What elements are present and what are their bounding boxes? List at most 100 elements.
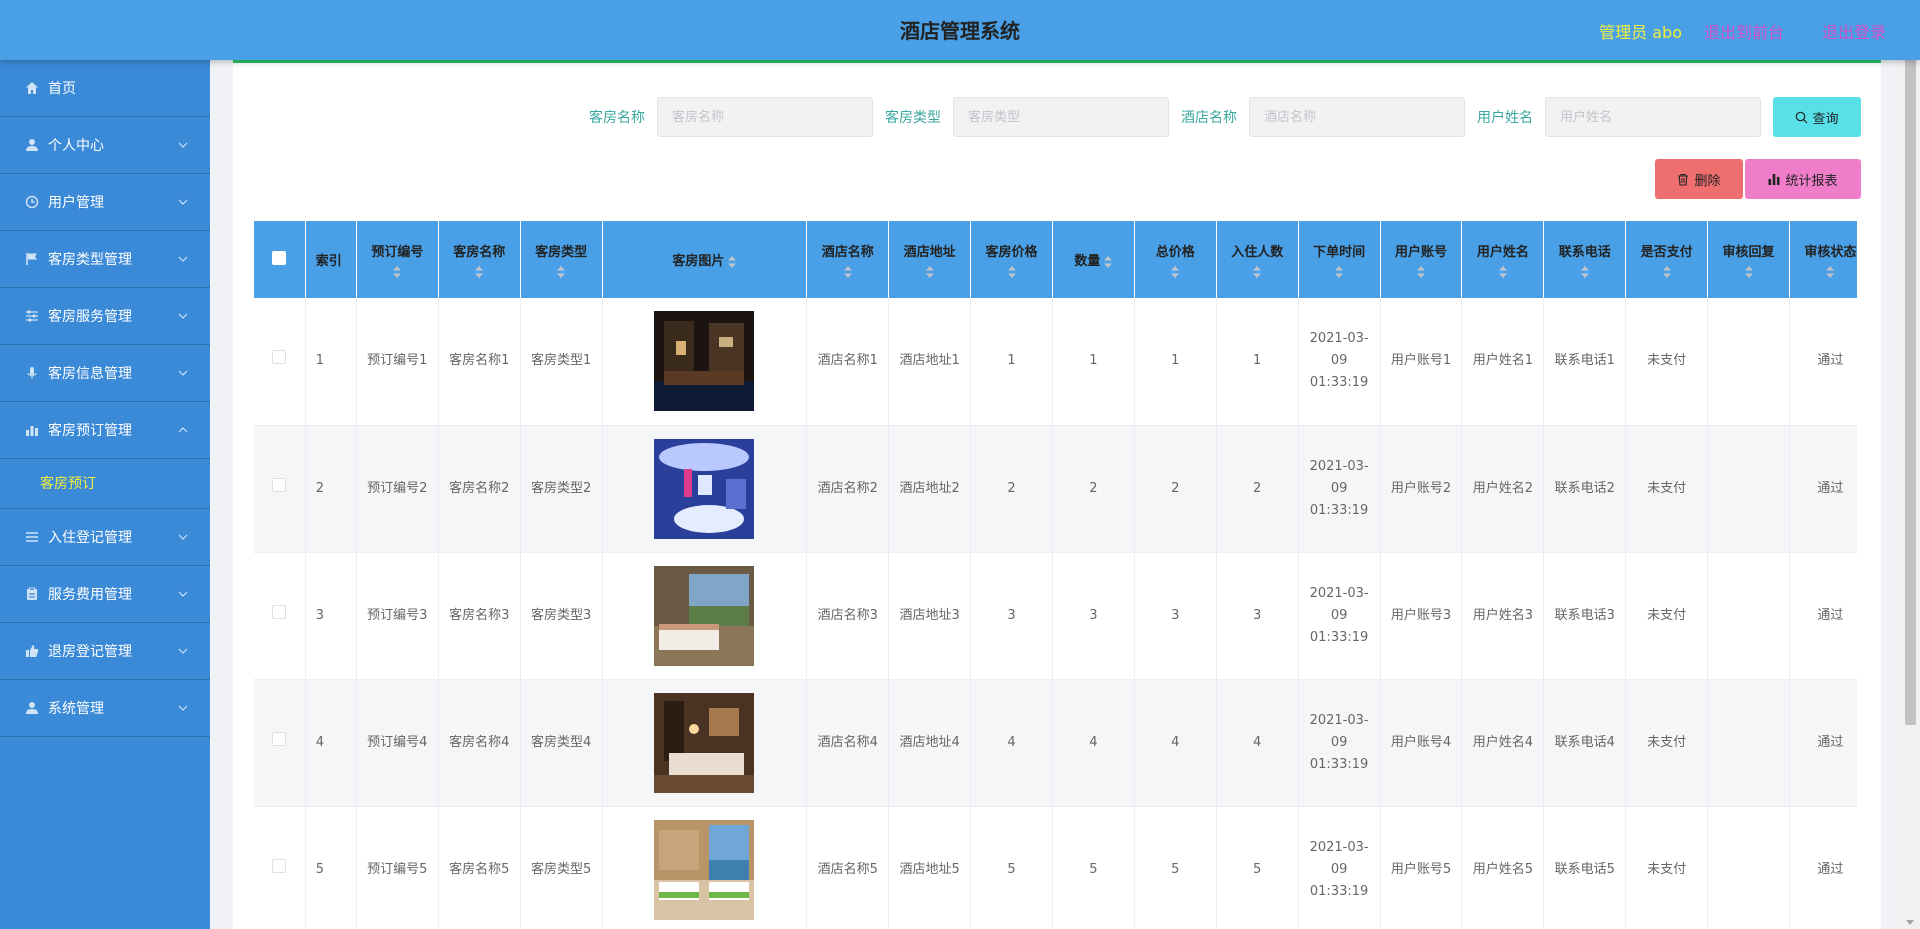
list-icon (24, 529, 40, 545)
sidebar-item-home[interactable]: 首页 (0, 60, 210, 117)
sidebar-item-user-management[interactable]: 用户管理 (0, 174, 210, 231)
column-header-user-account[interactable]: 用户账号 (1380, 221, 1463, 298)
row-checkbox[interactable] (272, 350, 287, 365)
sort-icon[interactable] (728, 255, 737, 268)
cell-total-price: 3 (1134, 552, 1217, 680)
room-image[interactable] (654, 311, 755, 412)
sort-icon[interactable] (1221, 266, 1294, 278)
delete-button[interactable]: 删除 (1655, 159, 1743, 199)
main-panel: 客房名称 客房类型 酒店名称 用户姓名 查询 删除 统计报表 (233, 60, 1881, 929)
chevron-down-icon (178, 591, 188, 597)
sort-icon[interactable] (1548, 266, 1621, 278)
sort-icon[interactable] (1303, 266, 1376, 278)
hotel-name-input[interactable] (1249, 97, 1465, 137)
column-header-order-time[interactable]: 下单时间 (1298, 221, 1381, 298)
sidebar-item-checkin-management[interactable]: 入住登记管理 (0, 509, 210, 566)
column-header-booking-no[interactable]: 预订编号 (356, 221, 439, 298)
sidebar-item-label: 退房登记管理 (48, 644, 132, 660)
cell-booking-no: 预订编号1 (356, 298, 439, 426)
room-image[interactable] (654, 692, 755, 793)
report-button[interactable]: 统计报表 (1745, 159, 1861, 199)
column-header-room-price[interactable]: 客房价格 (970, 221, 1053, 298)
cell-review-reply (1707, 806, 1790, 929)
select-all-header[interactable] (254, 221, 306, 298)
sort-icon[interactable] (525, 266, 598, 278)
booking-table: 索引 预订编号 客房名称 客房类型 客房图片 酒店名称 酒店地址 客房价格 数量… (254, 221, 1857, 929)
table-row[interactable]: 2 预订编号2 客房名称2 客房类型2 酒店名称2 酒店地址2 2 2 2 2 … (254, 425, 1857, 553)
room-image[interactable] (654, 819, 755, 920)
sort-icon[interactable] (1466, 266, 1539, 278)
column-header-quantity[interactable]: 数量 (1052, 221, 1135, 298)
sort-icon[interactable] (1712, 266, 1785, 278)
table-row[interactable]: 1 预订编号1 客房名称1 客房类型1 酒店名称1 酒店地址1 1 1 1 1 … (254, 298, 1857, 426)
column-header-total-price[interactable]: 总价格 (1134, 221, 1217, 298)
sort-icon[interactable] (361, 266, 434, 278)
sort-icon[interactable] (975, 266, 1048, 278)
scrollbar-thumb[interactable] (1905, 20, 1916, 725)
sort-icon[interactable] (1385, 266, 1458, 278)
sidebar-item-room-service-management[interactable]: 客房服务管理 (0, 288, 210, 345)
sidebar-item-room-type-management[interactable]: 客房类型管理 (0, 231, 210, 288)
room-name-input[interactable] (657, 97, 873, 137)
row-checkbox[interactable] (272, 731, 287, 746)
column-header-paid[interactable]: 是否支付 (1625, 221, 1709, 298)
user-name-input[interactable] (1545, 97, 1761, 137)
sidebar-item-personal-center[interactable]: 个人中心 (0, 117, 210, 174)
sidebar-item-system-management[interactable]: 系统管理 (0, 680, 210, 737)
room-image[interactable] (654, 565, 755, 666)
user-name-label: 用户姓名 (1477, 110, 1533, 126)
column-header-user-name[interactable]: 用户姓名 (1461, 221, 1545, 298)
sort-icon[interactable] (1630, 266, 1703, 278)
column-header-guest-count[interactable]: 入住人数 (1216, 221, 1299, 298)
logout-link[interactable]: 退出登录 (1822, 19, 1886, 43)
cell-phone: 联系电话3 (1543, 552, 1627, 680)
sort-icon[interactable] (811, 266, 884, 278)
sidebar-item-room-info-management[interactable]: 客房信息管理 (0, 345, 210, 402)
sort-icon[interactable] (1139, 266, 1212, 278)
sort-icon[interactable] (893, 266, 966, 278)
row-checkbox[interactable] (272, 604, 287, 619)
row-checkbox[interactable] (272, 858, 287, 873)
column-header-hotel-address[interactable]: 酒店地址 (888, 221, 972, 298)
cell-quantity: 2 (1052, 425, 1135, 553)
search-bar: 客房名称 客房类型 酒店名称 用户姓名 查询 (589, 97, 1861, 137)
back-to-frontend-link[interactable]: 退出到前台 (1704, 19, 1784, 43)
cell-booking-no: 预订编号3 (356, 552, 439, 680)
search-button[interactable]: 查询 (1773, 97, 1861, 137)
column-header-hotel-name[interactable]: 酒店名称 (806, 221, 890, 298)
microphone-icon (24, 365, 40, 381)
column-header-room-type[interactable]: 客房类型 (520, 221, 603, 298)
cell-index: 4 (305, 679, 357, 807)
sidebar-subitem-room-booking[interactable]: 客房预订 (0, 459, 210, 509)
sidebar-item-checkout-management[interactable]: 退房登记管理 (0, 623, 210, 680)
cell-user-account: 用户账号1 (1380, 298, 1463, 426)
cell-paid: 未支付 (1625, 679, 1709, 807)
column-header-review-status[interactable]: 审核状态 (1789, 221, 1857, 298)
table-row[interactable]: 4 预订编号4 客房名称4 客房类型4 酒店名称4 酒店地址4 4 4 4 4 … (254, 679, 1857, 807)
table-row[interactable]: 3 预订编号3 客房名称3 客房类型3 酒店名称3 酒店地址3 3 3 3 3 … (254, 552, 1857, 680)
sidebar-item-room-booking-management[interactable]: 客房预订管理 (0, 402, 210, 459)
cell-hotel-name: 酒店名称3 (806, 552, 890, 680)
row-checkbox[interactable] (272, 477, 287, 492)
column-header-room-name[interactable]: 客房名称 (438, 221, 521, 298)
sort-icon[interactable] (1794, 266, 1857, 278)
room-type-input[interactable] (953, 97, 1169, 137)
column-header-review-reply[interactable]: 审核回复 (1707, 221, 1790, 298)
trash-icon (1678, 173, 1689, 186)
column-header-phone[interactable]: 联系电话 (1543, 221, 1627, 298)
cell-index: 2 (305, 425, 357, 553)
sort-icon[interactable] (443, 266, 516, 278)
sidebar-item-label: 客房预订管理 (48, 423, 132, 439)
sidebar-item-label: 入住登记管理 (48, 530, 132, 546)
cell-guest-count: 2 (1216, 425, 1299, 553)
room-image[interactable] (654, 438, 755, 539)
page-scrollbar[interactable] (1901, 0, 1920, 929)
sidebar-item-service-fee-management[interactable]: 服务费用管理 (0, 566, 210, 623)
sort-icon[interactable] (1104, 255, 1113, 268)
select-all-checkbox[interactable] (272, 250, 287, 265)
column-header-room-image[interactable]: 客房图片 (602, 221, 808, 298)
cell-user-account: 用户账号2 (1380, 425, 1463, 553)
scroll-down-arrow-icon[interactable] (1906, 920, 1914, 925)
table-row[interactable]: 5 预订编号5 客房名称5 客房类型5 酒店名称5 酒店地址5 5 5 5 5 … (254, 806, 1857, 929)
cell-total-price: 4 (1134, 679, 1217, 807)
